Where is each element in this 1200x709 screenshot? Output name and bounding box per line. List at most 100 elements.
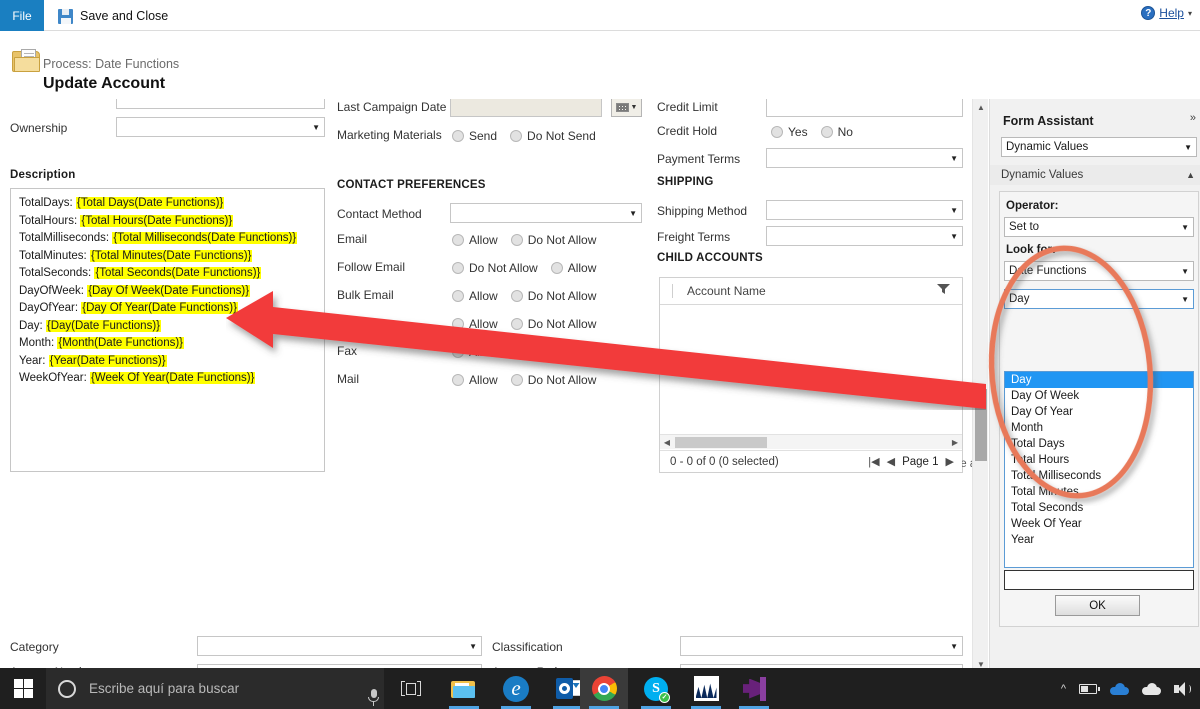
previous-page-button[interactable]: ◀	[887, 455, 895, 468]
form-vertical-scrollbar[interactable]: ▲ ▼	[972, 99, 988, 672]
radio-option[interactable]: Do Not Send	[510, 129, 596, 143]
contact-pref-radio-group[interactable]: Allow Do Not Allow	[452, 233, 596, 247]
field-select[interactable]: Day ▼	[1004, 289, 1194, 309]
last-campaign-date-input[interactable]	[450, 99, 602, 117]
onedrive-work-icon[interactable]	[1110, 682, 1129, 695]
radio-option[interactable]: Do Not Allow	[510, 289, 596, 303]
contact-pref-radio-group[interactable]: Allow Do Not Allow	[452, 317, 596, 331]
classification-select[interactable]: ▼	[680, 636, 963, 656]
grid-horizontal-scrollbar[interactable]: ◀ ▶	[660, 434, 962, 449]
field-option-item[interactable]: Week Of Year	[1005, 516, 1193, 532]
category-select[interactable]: ▼	[197, 636, 482, 656]
contact-method-select[interactable]: ▼	[450, 203, 642, 223]
operator-select[interactable]: Set to ▼	[1004, 217, 1194, 237]
ok-button[interactable]: OK	[1055, 595, 1140, 616]
chevron-up-icon[interactable]: ▲	[1186, 170, 1195, 180]
radio-option[interactable]: Do Not Allow	[510, 373, 596, 387]
scroll-left-icon[interactable]: ◀	[660, 438, 674, 447]
field-option-item[interactable]: Total Milliseconds	[1005, 468, 1193, 484]
description-textarea[interactable]: TotalDays: {Total Days(Date Functions)} T…	[10, 188, 325, 472]
radio-option[interactable]: Allow	[452, 345, 498, 359]
field-option-item[interactable]: Month	[1005, 420, 1193, 436]
radio-option[interactable]: Allow	[550, 261, 596, 275]
radio-icon[interactable]	[550, 262, 563, 274]
field-option-item[interactable]: Total Minutes	[1005, 484, 1193, 500]
taskbar-app-microsoft-edge[interactable]: e	[492, 668, 540, 709]
radio-icon[interactable]	[510, 318, 523, 330]
radio-option[interactable]: No	[820, 125, 853, 139]
taskbar-app-microsoft-dynamics[interactable]	[682, 668, 730, 709]
scroll-up-icon[interactable]: ▲	[973, 99, 989, 115]
file-tab[interactable]: File	[0, 0, 44, 31]
taskbar-app-visual-studio[interactable]	[730, 668, 778, 709]
radio-option[interactable]: Do Not Allow	[510, 317, 596, 331]
contact-pref-radio-group[interactable]: Allow Do Not Allow	[452, 345, 596, 359]
contact-pref-radio-group[interactable]: Allow Do Not Allow	[452, 373, 596, 387]
radio-icon[interactable]	[452, 262, 464, 274]
radio-icon[interactable]	[820, 126, 833, 138]
filter-icon[interactable]	[937, 282, 950, 300]
radio-icon[interactable]	[510, 346, 523, 358]
radio-icon[interactable]	[452, 318, 464, 330]
field-option-item[interactable]: Day	[1005, 372, 1193, 388]
contact-pref-radio-group[interactable]: Allow Do Not Allow	[452, 289, 596, 303]
radio-icon[interactable]	[452, 234, 464, 246]
radio-icon[interactable]	[510, 234, 523, 246]
battery-icon[interactable]	[1079, 683, 1100, 694]
radio-icon[interactable]	[771, 126, 783, 138]
shipping-method-select[interactable]: ▼	[766, 200, 963, 220]
grid-column-account-name[interactable]: Account Name	[687, 284, 766, 298]
scrollbar-thumb[interactable]	[975, 389, 987, 461]
radio-option[interactable]: Do Not Allow	[510, 345, 596, 359]
calendar-picker-button[interactable]: ▼	[611, 99, 642, 117]
taskbar-app-file-explorer[interactable]	[440, 668, 488, 709]
field-options-listbox[interactable]: Day Day Of Week Day Of Year Month Total Days…	[1004, 371, 1194, 568]
credit-hold-radio-group[interactable]: Yes No	[771, 125, 853, 139]
taskbar-search-input[interactable]: Escribe aquí para buscar	[46, 668, 384, 709]
taskbar-app-skype[interactable]: S ✓	[632, 668, 680, 709]
radio-option[interactable]: Do Not Allow	[452, 261, 538, 275]
ownership-select[interactable]: ▼	[116, 117, 325, 137]
look-for-select[interactable]: Date Functions ▼	[1004, 261, 1194, 281]
scrollbar-thumb[interactable]	[675, 436, 767, 448]
show-hidden-icons-button[interactable]: ^	[1061, 683, 1066, 695]
radio-option[interactable]: Do Not Allow	[510, 233, 596, 247]
default-value-input[interactable]	[1004, 570, 1194, 590]
radio-option[interactable]: Allow	[452, 233, 498, 247]
radio-option[interactable]: Yes	[771, 125, 808, 139]
field-option-item[interactable]: Total Seconds	[1005, 500, 1193, 516]
volume-icon[interactable]	[1174, 681, 1191, 696]
radio-option[interactable]: Allow	[452, 373, 498, 387]
chevron-down-icon[interactable]: ▾	[1188, 9, 1192, 18]
help-button[interactable]: ? Help ▾	[1141, 6, 1192, 20]
payment-terms-select[interactable]: ▼	[766, 148, 963, 168]
radio-option[interactable]: Allow	[452, 317, 498, 331]
radio-icon[interactable]	[452, 346, 464, 358]
taskbar-app-google-chrome[interactable]	[580, 668, 628, 709]
field-option-item[interactable]: Day Of Week	[1005, 388, 1193, 404]
radio-option[interactable]: Send	[452, 129, 497, 143]
save-and-close-button[interactable]: Save and Close	[58, 5, 168, 27]
field-option-item[interactable]: Year	[1005, 532, 1193, 548]
radio-option[interactable]: Allow	[452, 289, 498, 303]
onedrive-personal-icon[interactable]	[1142, 682, 1161, 695]
radio-icon[interactable]	[510, 374, 523, 386]
radio-icon[interactable]	[510, 130, 523, 142]
field-option-item[interactable]: Total Days	[1005, 436, 1193, 452]
field-above-ownership[interactable]	[116, 99, 325, 109]
field-option-item[interactable]: Day Of Year	[1005, 404, 1193, 420]
radio-icon[interactable]	[452, 130, 464, 142]
radio-icon[interactable]	[452, 290, 464, 302]
freight-terms-select[interactable]: ▼	[766, 226, 963, 246]
next-page-button[interactable]: ▶	[946, 455, 954, 468]
first-page-button[interactable]: |◀	[868, 455, 879, 468]
marketing-materials-radio-group[interactable]: Send Do Not Send	[452, 129, 596, 143]
task-view-button[interactable]	[388, 668, 434, 709]
grid-pager[interactable]: |◀ ◀ Page 1 ▶	[868, 455, 954, 469]
dynamic-values-section-header[interactable]: Dynamic Values ▲	[990, 165, 1200, 185]
radio-icon[interactable]	[510, 290, 523, 302]
field-option-item[interactable]: Total Hours	[1005, 452, 1193, 468]
credit-limit-input[interactable]	[766, 99, 963, 117]
start-button[interactable]	[0, 668, 46, 709]
contact-pref-radio-group[interactable]: Do Not Allow Allow	[452, 261, 596, 275]
